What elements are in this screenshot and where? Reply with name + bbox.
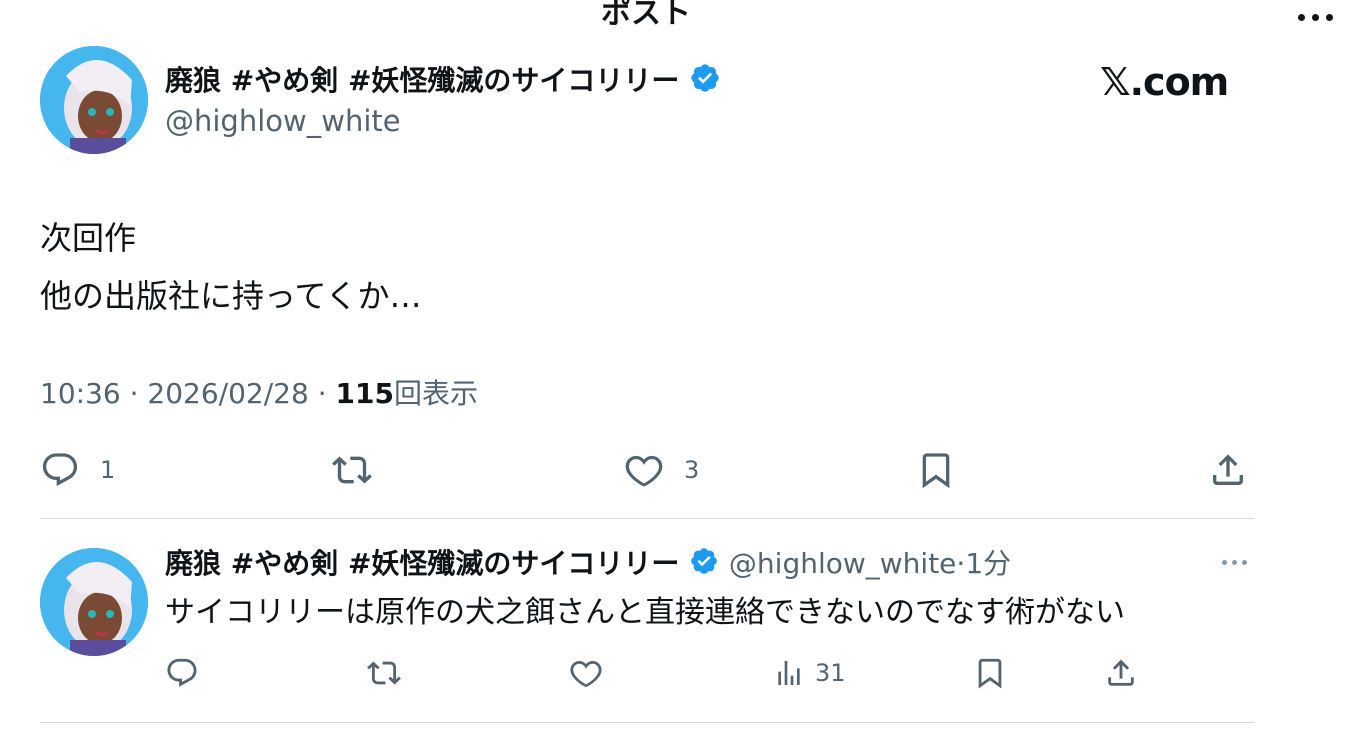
analytics-icon: [778, 661, 800, 685]
reply-time-separator: ·: [956, 547, 966, 580]
more-options-icon[interactable]: [1298, 14, 1333, 21]
post-meta: 10:36 · 2026/02/28 · 115回表示: [40, 374, 478, 414]
meta-separator: ·: [120, 377, 148, 410]
reply-author-row: 廃狼 #やめ剣 #妖怪殲滅のサイコリリー @highlow_white·1分: [165, 546, 1011, 584]
reply-icon: [42, 453, 78, 487]
author-handle[interactable]: @highlow_white: [165, 103, 401, 139]
repost-icon: [332, 456, 372, 484]
like-count: 3: [684, 456, 700, 484]
meta-separator: ·: [308, 377, 336, 410]
views-count: 115: [335, 377, 394, 410]
page-title: ポスト: [601, 0, 691, 31]
share-button[interactable]: [1208, 450, 1248, 490]
verified-badge-icon: [689, 62, 721, 102]
reply-share-button[interactable]: [1104, 656, 1138, 690]
display-name[interactable]: 廃狼 #やめ剣 #妖怪殲滅のサイコリリー: [165, 64, 679, 97]
heart-icon: [625, 455, 663, 487]
divider: [40, 518, 1254, 519]
reply-text: サイコリリーは原作の犬之餌さんと直接連絡できないのでなす術がない: [165, 595, 1125, 630]
reply-count: 1: [100, 456, 116, 484]
post-date[interactable]: 2026/02/28: [147, 377, 308, 410]
like-button[interactable]: 3: [624, 450, 699, 490]
reply-like-button[interactable]: [569, 656, 603, 690]
reply-more-icon[interactable]: [1222, 560, 1247, 565]
reply-views-count: 31: [815, 659, 846, 687]
post-time[interactable]: 10:36: [40, 377, 121, 410]
views-label: 回表示: [393, 377, 478, 410]
divider: [40, 722, 1254, 723]
bookmark-icon: [922, 453, 950, 489]
verified-badge-icon: [689, 546, 719, 584]
bookmark-button[interactable]: [916, 450, 956, 490]
avatar[interactable]: [40, 46, 148, 154]
reply-bookmark-button[interactable]: [973, 656, 1007, 690]
repost-icon: [367, 661, 401, 685]
reply-repost-button[interactable]: [366, 656, 402, 690]
reply-reply-button[interactable]: [165, 656, 199, 690]
share-icon: [1108, 659, 1134, 686]
reply-icon: [167, 658, 197, 687]
reply-button[interactable]: 1: [40, 450, 115, 490]
heart-icon: [570, 660, 602, 688]
reply-time[interactable]: 1分: [965, 547, 1011, 580]
post-text-line-2: 他の出版社に持ってくか…: [40, 277, 422, 315]
share-icon: [1213, 454, 1243, 485]
reply-handle[interactable]: @highlow_white: [729, 547, 957, 580]
reply-avatar[interactable]: [40, 548, 148, 656]
post-text-line-1: 次回作: [40, 219, 137, 257]
repost-button[interactable]: [330, 450, 374, 490]
x-watermark: 𝕏.com: [1100, 60, 1229, 104]
bookmark-icon: [978, 658, 1002, 689]
author-name-row[interactable]: 廃狼 #やめ剣 #妖怪殲滅のサイコリリー: [165, 62, 721, 102]
reply-display-name[interactable]: 廃狼 #やめ剣 #妖怪殲滅のサイコリリー: [165, 547, 679, 580]
reply-views-button[interactable]: 31: [773, 656, 846, 690]
